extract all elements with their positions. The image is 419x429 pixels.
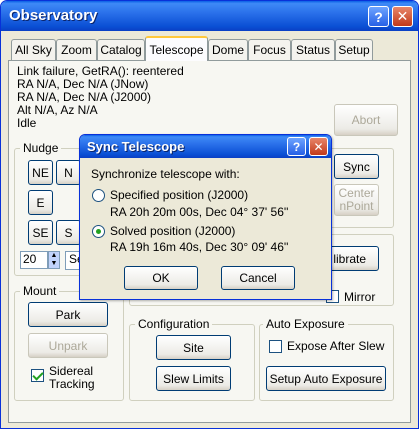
solved-position-radio[interactable] [92, 225, 105, 238]
help-icon: ? [374, 8, 383, 25]
spin-up-icon[interactable]: ▲ [49, 252, 59, 260]
center-on-point-button[interactable]: Center nPoint [334, 184, 379, 216]
tab-status[interactable]: Status [291, 39, 335, 60]
nudge-ne-button[interactable]: NE [28, 160, 53, 185]
specified-position-radio[interactable] [92, 189, 105, 202]
sidereal-tracking-label: Sidereal Tracking [49, 365, 95, 391]
sidereal-tracking-checkbox[interactable] [31, 369, 44, 382]
slew-limits-button[interactable]: Slew Limits [156, 366, 231, 391]
center-label: nPoint [339, 199, 374, 213]
window-title: Observatory [9, 7, 98, 24]
nudge-step-spinner[interactable]: ▲ ▼ [48, 251, 60, 269]
status-log: Link failure, GetRA(): reentered RA N/A,… [14, 63, 323, 137]
tab-dome[interactable]: Dome [208, 39, 248, 60]
setup-auto-exposure-button[interactable]: Setup Auto Exposure [266, 366, 386, 391]
dialog-title-bar[interactable]: Sync Telescope ? ✕ [80, 135, 331, 158]
expose-after-slew-checkbox[interactable] [269, 340, 282, 353]
spin-down-icon[interactable]: ▼ [49, 260, 59, 268]
dialog-help-button[interactable]: ? [287, 137, 306, 156]
unpark-button[interactable]: Unpark [28, 333, 108, 358]
tab-all-sky[interactable]: All Sky [11, 39, 56, 60]
specified-position-coords: RA 20h 20m 00s, Dec 04° 37' 56'' [110, 205, 289, 219]
nudge-e-button[interactable]: E [28, 190, 53, 215]
close-button[interactable]: ✕ [392, 6, 413, 27]
park-button[interactable]: Park [28, 302, 108, 327]
tab-zoom[interactable]: Zoom [56, 39, 97, 60]
solved-position-coords: RA 19h 16m 40s, Dec 30° 09' 46'' [110, 240, 289, 254]
nudge-se-button[interactable]: SE [28, 220, 53, 245]
ok-button[interactable]: OK [124, 266, 198, 290]
cancel-button[interactable]: Cancel [221, 266, 295, 290]
status-line: Idle [17, 116, 37, 130]
tab-catalog[interactable]: Catalog [97, 39, 145, 60]
status-line: Alt N/A, Az N/A [17, 103, 98, 117]
dialog-prompt: Synchronize telescope with: [91, 167, 240, 181]
dialog-close-button[interactable]: ✕ [309, 137, 328, 156]
nudge-n-button[interactable]: N [56, 160, 81, 185]
help-button[interactable]: ? [368, 6, 389, 27]
dialog-title: Sync Telescope [87, 139, 185, 154]
sync-telescope-dialog: Sync Telescope ? ✕ Synchronize telescope… [79, 134, 332, 300]
title-bar[interactable]: Observatory ? ✕ [1, 1, 418, 31]
tab-telescope[interactable]: Telescope [145, 36, 208, 61]
nudge-label: Nudge [20, 141, 62, 155]
help-icon: ? [292, 139, 301, 154]
configuration-label: Configuration [135, 317, 213, 331]
nudge-s-button[interactable]: S [56, 220, 81, 245]
close-icon: ✕ [396, 8, 409, 24]
nudge-step-input[interactable]: 20 [20, 251, 48, 269]
auto-exposure-label: Auto Exposure [263, 317, 348, 331]
specified-position-label: Specified position (J2000) [110, 188, 249, 202]
mount-label: Mount [20, 284, 60, 298]
expose-after-slew-label: Expose After Slew [287, 339, 385, 353]
tracking-text: Tracking [49, 377, 95, 391]
site-button[interactable]: Site [156, 335, 231, 360]
tab-setup[interactable]: Setup [335, 39, 373, 60]
mirror-label: Mirror [344, 290, 376, 304]
close-icon: ✕ [313, 139, 324, 154]
tab-focus[interactable]: Focus [248, 39, 291, 60]
sync-button[interactable]: Sync [334, 154, 379, 179]
abort-button[interactable]: Abort [334, 104, 398, 136]
solved-position-label: Solved position (J2000) [110, 224, 236, 238]
